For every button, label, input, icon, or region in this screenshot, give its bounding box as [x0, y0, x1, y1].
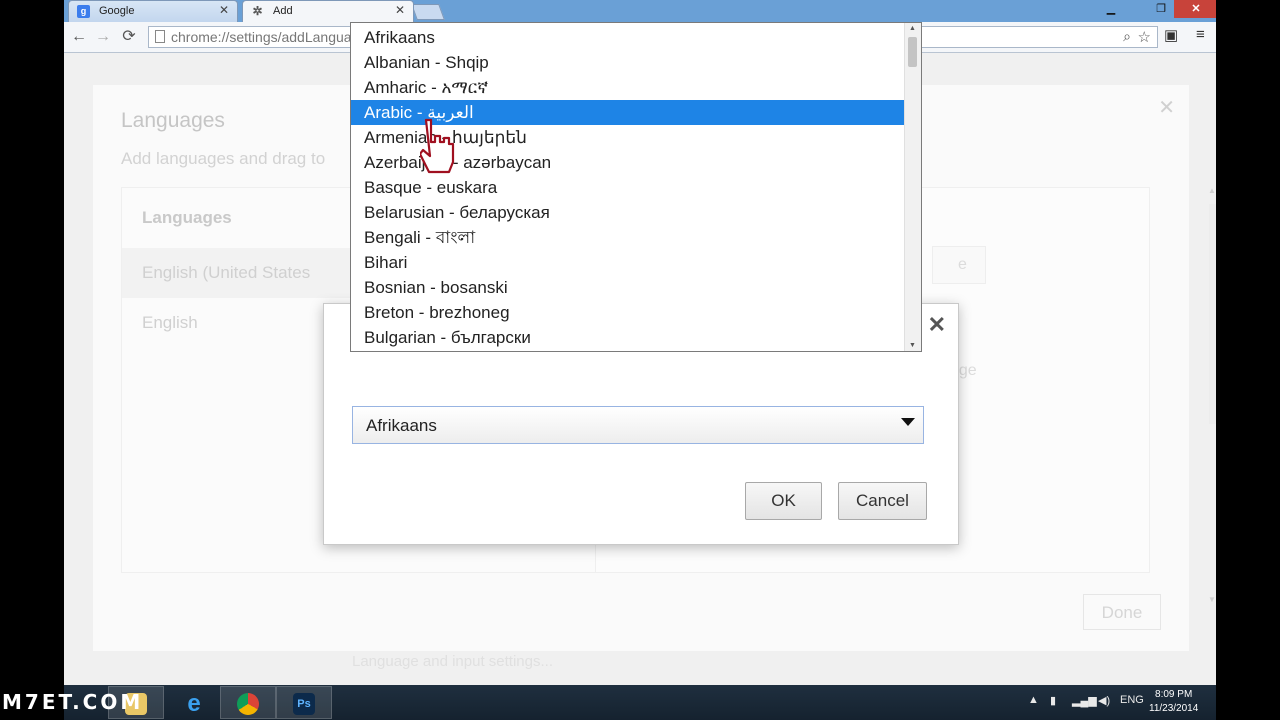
- dropdown-option[interactable]: Basque - euskara: [351, 175, 905, 200]
- scroll-up-icon[interactable]: ▲: [1208, 186, 1216, 195]
- back-button[interactable]: ←: [68, 26, 90, 48]
- scroll-down-icon[interactable]: ▼: [1208, 595, 1216, 604]
- gear-favicon-icon: ✲: [252, 4, 263, 18]
- language-dropdown-list[interactable]: Afrikaans Albanian - Shqip Amharic - አማር…: [350, 22, 922, 352]
- page-subtitle: Add languages and drag to: [121, 149, 326, 168]
- dropdown-option[interactable]: Albanian - Shqip: [351, 50, 905, 75]
- new-tab-button[interactable]: [411, 4, 445, 20]
- dropdown-option[interactable]: Bosnian - bosanski: [351, 275, 905, 300]
- clock-time: 8:09 PM: [1155, 689, 1193, 700]
- taskbar-chrome-button[interactable]: [220, 686, 276, 719]
- language-list-header: Languages: [142, 208, 232, 227]
- watermark-logo: M7ET.COM: [2, 690, 144, 714]
- close-window-icon[interactable]: ✕: [1174, 0, 1216, 18]
- dropdown-option[interactable]: Belarusian - беларуская: [351, 200, 905, 225]
- close-tab-icon[interactable]: ✕: [395, 3, 405, 17]
- language-select[interactable]: Afrikaans: [352, 406, 924, 444]
- taskbar-ie-button[interactable]: e: [166, 686, 222, 719]
- google-favicon-icon: g: [77, 5, 90, 18]
- photoshop-icon: Ps: [293, 693, 315, 715]
- clock[interactable]: 8:09 PM 11/23/2014: [1149, 688, 1198, 716]
- tab-add[interactable]: ✲ Add ✕: [242, 0, 414, 22]
- dropdown-scrollbar[interactable]: ▲ ▼: [904, 23, 921, 351]
- scrollbar-thumb[interactable]: [908, 37, 917, 67]
- close-tab-icon[interactable]: ✕: [219, 3, 229, 17]
- dropdown-option[interactable]: Bengali - বাংলা: [351, 225, 905, 250]
- dropdown-option[interactable]: Bihari: [351, 250, 905, 275]
- dropdown-option[interactable]: Breton - brezhoneg: [351, 300, 905, 325]
- screen: g Google ✕ ✲ Add ✕ ▁ ❐ ✕ ← → ⟳ chrome://…: [64, 0, 1216, 720]
- scrollbar[interactable]: ▲ ▼: [1205, 186, 1216, 604]
- taskbar-photoshop-button[interactable]: Ps: [276, 686, 332, 719]
- cancel-button[interactable]: Cancel: [838, 482, 927, 520]
- select-value: Afrikaans: [366, 416, 437, 435]
- internet-explorer-icon: e: [187, 690, 201, 717]
- minimize-icon[interactable]: ▁: [1098, 0, 1124, 18]
- zoom-icon[interactable]: ⌕: [1123, 28, 1131, 45]
- tab-google[interactable]: g Google ✕: [68, 0, 238, 22]
- bookmark-star-icon[interactable]: ☆: [1138, 28, 1151, 46]
- tab-title: Add: [273, 5, 293, 17]
- taskbar: e Ps ▲ ▮ ▂▄▆ ◀) ENG 8:09 PM 11/23/2014: [64, 685, 1216, 720]
- show-hidden-icons-icon[interactable]: ▲: [1028, 694, 1039, 706]
- chrome-icon: [237, 693, 259, 715]
- battery-icon[interactable]: ▮: [1050, 694, 1056, 707]
- chevron-down-icon: [901, 418, 915, 426]
- menu-icon[interactable]: ≡: [1196, 26, 1205, 43]
- dropdown-option[interactable]: Amharic - አማርኛ: [351, 75, 905, 100]
- network-icon[interactable]: ▂▄▆: [1072, 694, 1097, 707]
- extension-icon[interactable]: ▣: [1164, 26, 1178, 44]
- dropdown-option[interactable]: Afrikaans: [351, 25, 905, 50]
- settings-footer-link[interactable]: Language and input settings...: [352, 653, 553, 670]
- clock-date: 11/23/2014: [1149, 703, 1199, 714]
- ghost-text: e: [958, 256, 967, 273]
- ok-button[interactable]: OK: [745, 482, 822, 520]
- language-indicator[interactable]: ENG: [1120, 694, 1144, 706]
- close-icon[interactable]: ✕: [928, 312, 946, 338]
- scroll-up-icon[interactable]: ▲: [909, 25, 916, 32]
- done-button[interactable]: Done: [1083, 594, 1161, 630]
- scrollbar-thumb[interactable]: [1209, 204, 1216, 424]
- tab-title: Google: [99, 5, 135, 17]
- url-text: chrome://settings/addLangua: [171, 29, 352, 45]
- tab-strip: g Google ✕ ✲ Add ✕ ▁ ❐ ✕: [64, 0, 1216, 22]
- close-icon[interactable]: ✕: [1158, 95, 1175, 120]
- page-title: Languages: [121, 109, 225, 132]
- scroll-down-icon[interactable]: ▼: [909, 342, 916, 349]
- volume-icon[interactable]: ◀): [1098, 694, 1110, 707]
- forward-button[interactable]: →: [92, 26, 114, 48]
- reload-button[interactable]: ⟳: [118, 26, 140, 48]
- hand-cursor-icon: [420, 118, 455, 174]
- page-icon: [155, 30, 165, 43]
- dropdown-option[interactable]: Bulgarian - български: [351, 325, 905, 350]
- restore-icon[interactable]: ❐: [1148, 0, 1174, 18]
